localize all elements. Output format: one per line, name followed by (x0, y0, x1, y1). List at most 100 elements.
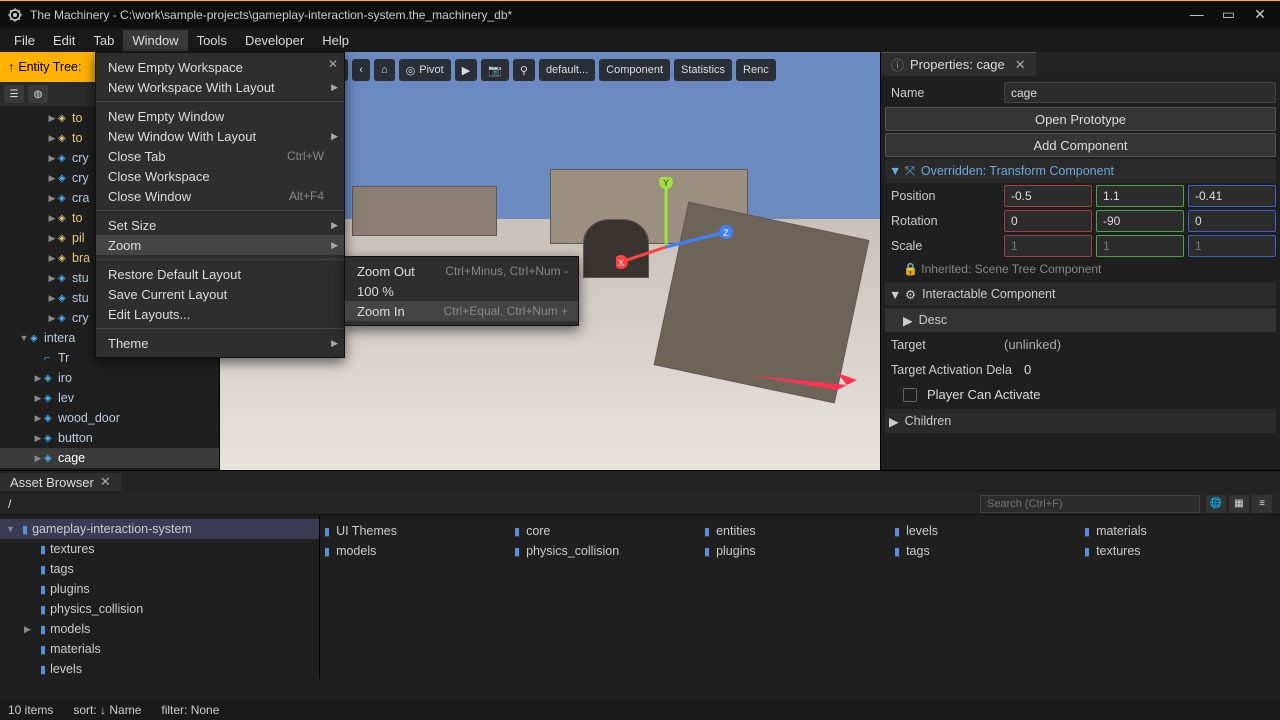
folder-icon: ▮ (324, 545, 330, 558)
asset-path-bar: / 🌐 ▦ ≡ (0, 493, 1280, 515)
menu-item[interactable]: Close TabCtrl+W (96, 146, 344, 166)
menu-bar: FileEditTabWindowToolsDeveloperHelp (0, 28, 1280, 52)
asset-tree-item[interactable]: ▼▮gameplay-interaction-system (0, 519, 319, 539)
asset-folder[interactable]: ▮levels (890, 521, 1080, 541)
scale-z[interactable]: 1 (1188, 235, 1276, 257)
menu-item[interactable]: Close WindowAlt+F4 (96, 186, 344, 206)
menu-item[interactable]: New Empty Workspace (96, 57, 344, 77)
transform-section[interactable]: ▼ ⤧ Overridden: Transform Component (885, 159, 1276, 183)
scale-x[interactable]: 1 (1004, 235, 1092, 257)
asset-folder[interactable]: ▮textures (1080, 541, 1270, 561)
vp-component-btn[interactable]: Component (599, 59, 670, 81)
folder-icon: ▮ (1084, 545, 1090, 558)
close-icon[interactable]: ✕ (100, 474, 111, 490)
status-sort[interactable]: sort: ↓ Name (73, 703, 141, 717)
position-z[interactable]: -0.41 (1188, 185, 1276, 207)
menu-item[interactable]: Zoom▶ (96, 235, 344, 255)
vp-home-icon[interactable]: ⌂ (374, 59, 395, 81)
asset-browser-tab[interactable]: Asset Browser ✕ (0, 473, 121, 491)
asset-tree-item[interactable]: ▮textures (0, 539, 319, 559)
children-section[interactable]: ▶ Children (885, 409, 1276, 433)
vp-pivot[interactable]: ◎ Pivot (399, 59, 451, 81)
target-value[interactable]: (unlinked) (1004, 337, 1276, 352)
position-y[interactable]: 1.1 (1096, 185, 1184, 207)
folder-icon: ▮ (894, 525, 900, 538)
app-icon (6, 6, 24, 24)
tree-item[interactable]: ▶◈iro (0, 368, 219, 388)
tree-tool-menu[interactable]: ☰ (4, 85, 24, 103)
rotation-y[interactable]: -90 (1096, 210, 1184, 232)
folder-icon: ▮ (40, 543, 46, 556)
asset-tree-item[interactable]: ▮levels (0, 659, 319, 679)
asset-folder[interactable]: ▮models (320, 541, 510, 561)
tree-item[interactable]: ▶◈cage (0, 448, 219, 468)
menu-item[interactable]: Close Workspace (96, 166, 344, 186)
target-delay-value[interactable]: 0 (1024, 362, 1276, 377)
menu-item[interactable]: New Empty Window (96, 106, 344, 126)
close-button[interactable]: ✕ (1246, 6, 1274, 23)
menu-item[interactable]: 100 % (345, 281, 578, 301)
menu-item[interactable]: Edit Layouts... (96, 304, 344, 324)
folder-icon: ▮ (22, 523, 28, 536)
menu-tools[interactable]: Tools (188, 30, 236, 51)
scale-y[interactable]: 1 (1096, 235, 1184, 257)
asset-tree-item[interactable]: ▮physics_collision (0, 599, 319, 619)
grid-view-icon[interactable]: ▦ (1229, 495, 1249, 513)
add-component-button[interactable]: Add Component (885, 133, 1276, 157)
menu-item[interactable]: Restore Default Layout (96, 264, 344, 284)
name-field[interactable] (1004, 82, 1276, 103)
properties-tab[interactable]: ⓘ Properties: cage ✕ (881, 52, 1036, 76)
asset-folder[interactable]: ▮entities (700, 521, 890, 541)
asset-tree-item[interactable]: ▮materials (0, 639, 319, 659)
tree-item[interactable]: ▶◈button (0, 428, 219, 448)
asset-tree-item[interactable]: ▮tags (0, 559, 319, 579)
player-activate-checkbox[interactable] (903, 388, 917, 402)
rotation-z[interactable]: 0 (1188, 210, 1276, 232)
menu-tab[interactable]: Tab (84, 30, 123, 51)
vp-default-dropdown[interactable]: default... (539, 59, 595, 81)
asset-folder[interactable]: ▮physics_collision (510, 541, 700, 561)
vp-render-btn[interactable]: Renc (736, 59, 776, 81)
asset-folder[interactable]: ▮plugins (700, 541, 890, 561)
asset-folder[interactable]: ▮materials (1080, 521, 1270, 541)
menu-item[interactable]: New Window With Layout▶ (96, 126, 344, 146)
vp-back-icon[interactable]: ‹ (352, 59, 370, 81)
menu-item[interactable]: Save Current Layout (96, 284, 344, 304)
menu-edit[interactable]: Edit (44, 30, 84, 51)
rotation-x[interactable]: 0 (1004, 210, 1092, 232)
folder-icon: ▮ (40, 583, 46, 596)
menu-developer[interactable]: Developer (236, 30, 313, 51)
open-prototype-button[interactable]: Open Prototype (885, 107, 1276, 131)
tree-tool-cube[interactable]: ◍ (28, 85, 48, 103)
asset-folder[interactable]: ▮UI Themes (320, 521, 510, 541)
desc-row[interactable]: ▶ Desc (885, 308, 1276, 332)
close-icon[interactable]: ✕ (1015, 57, 1026, 73)
tree-item[interactable]: ▶◈wood_door (0, 408, 219, 428)
menu-item[interactable]: New Workspace With Layout▶ (96, 77, 344, 97)
minimize-button[interactable]: — (1183, 6, 1211, 22)
menu-help[interactable]: Help (313, 30, 358, 51)
asset-tree-item[interactable]: ▮plugins (0, 579, 319, 599)
vp-pin-icon[interactable]: ⚲ (513, 59, 535, 81)
status-filter[interactable]: filter: None (161, 703, 219, 717)
tree-item[interactable]: ▶◈lev (0, 388, 219, 408)
menu-window[interactable]: Window (123, 30, 187, 51)
asset-search-input[interactable] (980, 495, 1200, 513)
menu-file[interactable]: File (5, 30, 44, 51)
menu-item[interactable]: Theme▶ (96, 333, 344, 353)
globe-icon[interactable]: 🌐 (1206, 495, 1226, 513)
vp-statistics-btn[interactable]: Statistics (674, 59, 732, 81)
filter-icon[interactable]: ≡ (1252, 495, 1272, 513)
vp-play-icon[interactable]: ▶ (455, 59, 477, 81)
menu-item[interactable]: Zoom InCtrl+Equal, Ctrl+Num + (345, 301, 578, 321)
asset-folder[interactable]: ▮core (510, 521, 700, 541)
asset-folder[interactable]: ▮tags (890, 541, 1080, 561)
menu-item[interactable]: Zoom OutCtrl+Minus, Ctrl+Num - (345, 261, 578, 281)
maximize-button[interactable]: ▭ (1214, 6, 1242, 23)
vp-camera-icon[interactable]: 📷 (481, 59, 509, 81)
asset-tree-item[interactable]: ▶▮models (0, 619, 319, 639)
folder-icon: ▮ (40, 643, 46, 656)
position-x[interactable]: -0.5 (1004, 185, 1092, 207)
menu-item[interactable]: Set Size▶ (96, 215, 344, 235)
interactable-section[interactable]: ▼ ⚙ Interactable Component (885, 282, 1276, 306)
